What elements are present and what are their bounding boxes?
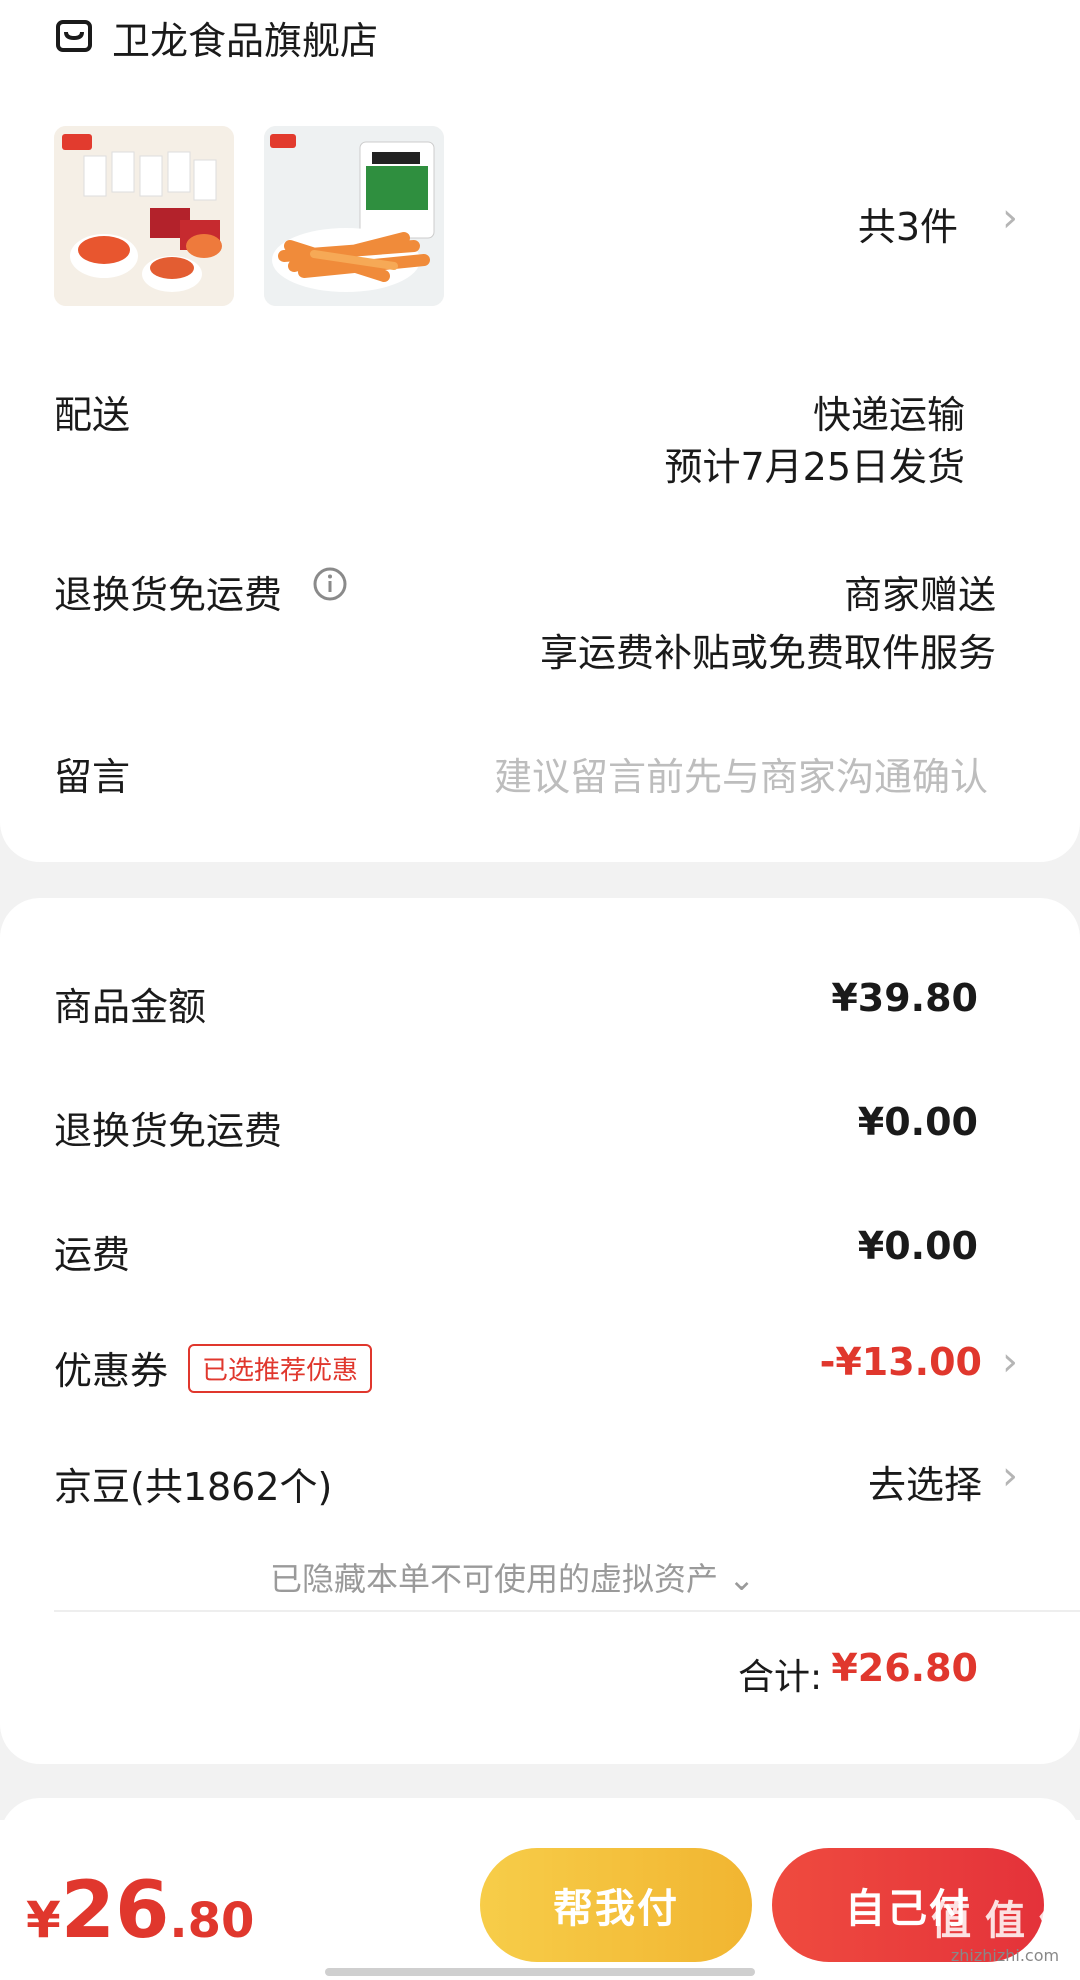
watermark-logo: 值 值 值 <box>931 1898 1079 1944</box>
delivery-label: 配送 <box>54 393 131 437</box>
jd-beans-label: 京豆(共1862个) <box>54 1465 333 1509</box>
return-shipping-detail: 享运费补贴或免费取件服务 <box>539 631 996 675</box>
coupon-label: 优惠券 <box>54 1349 169 1393</box>
watermark: 值 值 值 zhizhizhi.com <box>930 1888 1080 1965</box>
delivery-estimate: 预计7月25日发货 <box>664 445 965 489</box>
footer-total: ¥26.80 <box>26 1866 254 1956</box>
info-icon[interactable] <box>312 566 348 602</box>
coupon-value[interactable]: -¥13.00 <box>820 1340 982 1384</box>
goods-amount-label: 商品金额 <box>54 985 207 1029</box>
footer-amount-dec: .80 <box>169 1893 255 1949</box>
footer-amount-int: 26 <box>60 1866 170 1956</box>
product-thumbnail-konjac[interactable] <box>264 126 444 306</box>
chevron-right-icon[interactable]: › <box>1002 1456 1018 1496</box>
item-count[interactable]: 共3件 <box>758 196 958 251</box>
chevron-right-icon[interactable]: › <box>1002 1342 1018 1382</box>
shipping-fee-label: 运费 <box>54 1233 131 1277</box>
jd-beans-select[interactable]: 去选择 <box>868 1454 982 1509</box>
hidden-assets-text: 已隐藏本单不可使用的虚拟资产 <box>270 1560 719 1598</box>
goods-amount-value: ¥39.80 <box>831 976 978 1020</box>
shipping-fee-value: ¥0.00 <box>857 1224 978 1268</box>
store-icon <box>54 16 94 56</box>
delivery-method: 快递运输 <box>812 393 965 437</box>
product-thumbnail-snack-pack[interactable] <box>54 126 234 306</box>
return-shipping-label: 退换货免运费 <box>54 573 283 617</box>
return-fee-label: 退换货免运费 <box>54 1109 283 1153</box>
watermark-url: zhizhizhi.com <box>950 1946 1060 1965</box>
total-divider <box>54 1610 1080 1612</box>
return-fee-value: ¥0.00 <box>857 1100 978 1144</box>
chevron-right-icon[interactable]: › <box>1002 198 1018 238</box>
home-indicator[interactable] <box>325 1968 755 1976</box>
message-input[interactable]: 建议留言前先与商家沟通确认 <box>494 746 988 801</box>
hidden-assets-toggle[interactable]: 已隐藏本单不可使用的虚拟资产 ⌄ <box>270 1554 755 1600</box>
total-label: 合计: <box>738 1657 823 1698</box>
help-pay-button[interactable]: 帮我付 <box>480 1848 752 1962</box>
chevron-down-icon: ⌄ <box>728 1560 755 1598</box>
footer-currency: ¥ <box>26 1891 61 1949</box>
total-value: ¥26.80 <box>831 1646 978 1690</box>
store-name[interactable]: 卫龙食品旗舰店 <box>112 10 378 65</box>
return-shipping-value: 商家赠送 <box>843 573 996 617</box>
message-label: 留言 <box>54 755 131 799</box>
coupon-recommended-tag: 已选推荐优惠 <box>188 1344 373 1393</box>
